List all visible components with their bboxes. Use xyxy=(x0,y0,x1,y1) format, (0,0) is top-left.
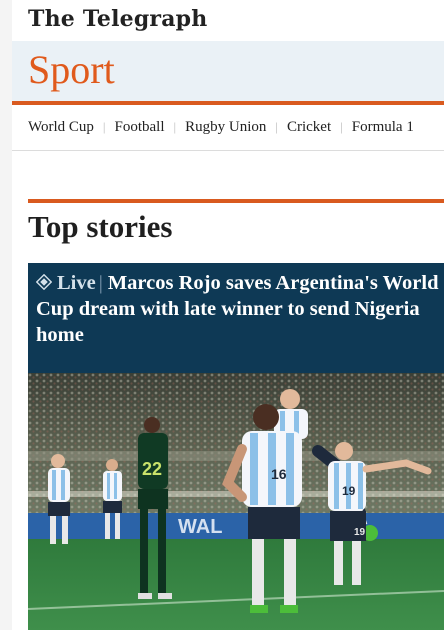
svg-text:19: 19 xyxy=(354,527,366,538)
live-diamond-icon xyxy=(36,274,52,290)
subnav-separator: | xyxy=(102,119,106,134)
subnav-item-world-cup[interactable]: World Cup xyxy=(28,113,94,141)
lead-story-card[interactable]: Live | Marcos Rojo saves Argentina's World… xyxy=(28,263,444,630)
lead-story-photo[interactable]: WAL 22 16 19 19 xyxy=(28,373,444,630)
svg-text:22: 22 xyxy=(142,459,162,479)
lead-story-headline[interactable]: Live | Marcos Rojo saves Argentina's World… xyxy=(36,270,440,348)
subnav-item-football[interactable]: Football xyxy=(114,113,164,141)
left-margin-strip xyxy=(0,0,12,630)
subnav-separator: | xyxy=(275,119,278,134)
subnav-item-cricket[interactable]: Cricket xyxy=(287,113,331,141)
headline-text: Marcos Rojo saves Argentina's World Cup … xyxy=(36,272,439,346)
svg-text:WAL: WAL xyxy=(178,516,222,538)
top-stories-heading: Top stories xyxy=(28,209,173,244)
subnav-separator: | xyxy=(340,119,343,134)
svg-text:16: 16 xyxy=(271,466,287,482)
logo-text: The Telegraph xyxy=(28,6,208,32)
sport-subnav: World Cup | Football | Rugby Union | Cricket | F… xyxy=(12,113,444,143)
subnav-divider xyxy=(12,150,444,151)
svg-text:19: 19 xyxy=(342,484,356,498)
subnav-item-formula-1[interactable]: Formula 1 xyxy=(352,113,414,141)
live-label: Live xyxy=(57,272,96,294)
live-separator: | xyxy=(98,272,103,294)
top-stories-rule xyxy=(28,199,444,203)
subnav-separator: | xyxy=(173,119,177,134)
section-title[interactable]: Sport xyxy=(28,45,115,95)
section-header: Sport xyxy=(12,41,444,101)
masthead-logo[interactable]: The Telegraph xyxy=(28,4,207,36)
subnav-item-rugby-union[interactable]: Rugby Union xyxy=(185,113,266,141)
section-divider xyxy=(12,101,444,105)
